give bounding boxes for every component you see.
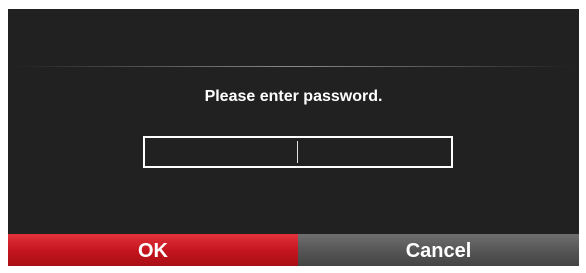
- ok-button[interactable]: OK: [8, 234, 298, 266]
- password-dialog: Please enter password. OK Cancel: [8, 9, 579, 266]
- cancel-button[interactable]: Cancel: [298, 234, 579, 266]
- header-divider: [14, 66, 573, 67]
- prompt-text: Please enter password.: [204, 88, 383, 105]
- password-input[interactable]: [143, 136, 453, 168]
- text-caret: [297, 141, 298, 163]
